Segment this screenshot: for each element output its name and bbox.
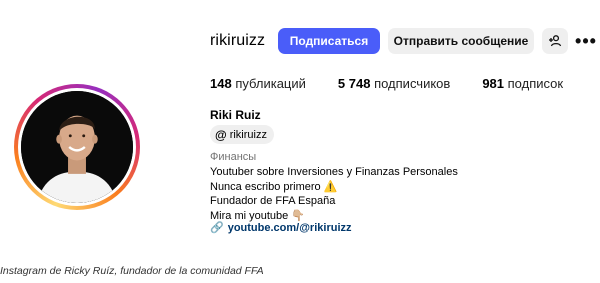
- full-name: Riki Ruiz: [210, 108, 261, 122]
- bio-line: Nunca escribo primero ⚠️: [210, 180, 338, 193]
- threads-handle: rikiruizz: [229, 128, 267, 141]
- avatar-ring-gap: [18, 88, 136, 206]
- avatar: [21, 91, 133, 203]
- suggested-accounts-button[interactable]: [542, 28, 568, 54]
- threads-link-chip[interactable]: @ rikiruizz: [210, 125, 274, 144]
- stat-following-label: подписок: [507, 76, 564, 91]
- external-link-text: youtube.com/@rikiruizz: [227, 221, 352, 234]
- stat-followers-count: 5 748: [337, 76, 371, 91]
- profile-avatar-ring[interactable]: [14, 84, 140, 210]
- bio-line: Youtuber sobre Inversiones y Finanzas Pe…: [210, 166, 458, 178]
- bio-line: Fundador de FFA España: [210, 195, 336, 207]
- profile-category: Финансы: [210, 151, 257, 163]
- stat-posts-count: 148: [210, 76, 232, 91]
- avatar-photo-illustration: [21, 91, 133, 203]
- more-horizontal-icon: •••: [575, 30, 597, 51]
- stat-followers[interactable]: 5 748 подписчиков: [338, 76, 450, 91]
- threads-icon: @: [215, 127, 227, 142]
- stat-followers-label: подписчиков: [374, 76, 451, 91]
- follow-button[interactable]: Подписаться: [278, 28, 380, 54]
- external-link[interactable]: 🔗 youtube.com/@rikiruizz: [210, 221, 352, 235]
- stat-following-count: 981: [482, 76, 505, 91]
- stat-posts: 148 публикаций: [210, 76, 306, 91]
- send-message-button[interactable]: Отправить сообщение: [388, 28, 534, 54]
- add-person-icon: [549, 35, 562, 47]
- bio-text: Youtuber sobre Inversiones y Finanzas Pe…: [210, 165, 458, 223]
- image-caption: Instagram de Ricky Ruíz, fundador de la …: [0, 265, 264, 277]
- username: rikiruizz: [210, 32, 266, 49]
- stat-following[interactable]: 981 подписок: [482, 76, 563, 91]
- link-icon: 🔗: [210, 222, 224, 234]
- profile-stats: 148 публикаций 5 748 подписчиков 981 под…: [210, 76, 595, 91]
- stat-posts-label: публикаций: [235, 76, 306, 91]
- more-options-button[interactable]: •••: [574, 28, 598, 54]
